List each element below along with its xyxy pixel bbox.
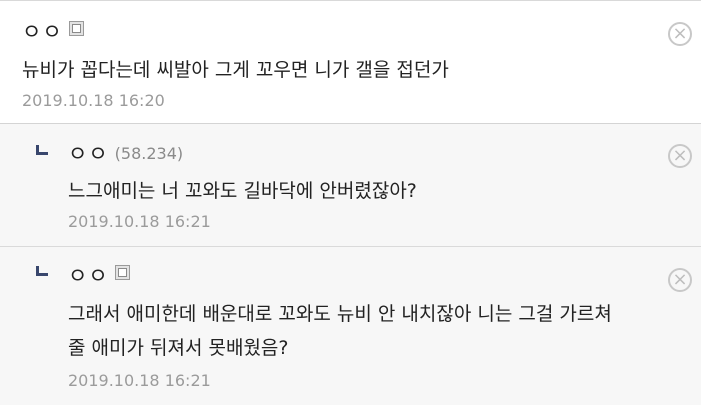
comment-timestamp: 2019.10.18 16:21: [68, 371, 211, 390]
comment-author[interactable]: ㅇㅇ: [68, 265, 130, 287]
comment-text-line: 느그애미는 너 꼬와도 길바닥에 안버렸잖아?: [68, 180, 417, 202]
close-circle-icon: ×: [672, 269, 688, 290]
reply-arrow-icon: [36, 266, 48, 276]
reply-comment: ㅇㅇ 그래서 애미한데 배운대로 꼬와도 뉴비 안 내치잖아 니는 그걸 가르쳐…: [0, 247, 701, 405]
author-ip: (58.234): [114, 144, 184, 163]
reply-comment: ㅇㅇ (58.234) 느그애미는 너 꼬와도 길바닥에 안버렸잖아? 2019.…: [0, 124, 701, 247]
comment-body: 그래서 애미한데 배운대로 꼬와도 뉴비 안 내치잖아 니는 그걸 가르쳐 줄 …: [68, 297, 612, 365]
fixed-nick-icon: [114, 265, 130, 280]
comment-text-line: 줄 애미가 뒤져서 못배웠음?: [68, 337, 289, 359]
comment-author[interactable]: ㅇㅇ (58.234): [68, 144, 183, 165]
comment-author[interactable]: ㅇㅇ: [22, 21, 84, 43]
delete-button[interactable]: ×: [668, 268, 692, 292]
close-circle-icon: ×: [672, 145, 688, 166]
delete-button[interactable]: ×: [668, 22, 692, 46]
close-circle-icon: ×: [672, 23, 688, 44]
author-nickname[interactable]: ㅇㅇ: [68, 142, 109, 166]
comment-text-line: 뉴비가 꼽다는데 씨발아 그게 꼬우면 니가 갤을 접던가: [22, 59, 449, 81]
comment-body: 느그애미는 너 꼬와도 길바닥에 안버렸잖아?: [68, 174, 417, 208]
reply-arrow-icon: [36, 145, 48, 155]
comment-timestamp: 2019.10.18 16:20: [22, 91, 165, 110]
delete-button[interactable]: ×: [668, 144, 692, 168]
fixed-nick-icon: [68, 21, 84, 36]
author-nickname[interactable]: ㅇㅇ: [22, 20, 63, 44]
comment-body: 뉴비가 꼽다는데 씨발아 그게 꼬우면 니가 갤을 접던가: [22, 53, 449, 87]
comment-timestamp: 2019.10.18 16:21: [68, 212, 211, 231]
comment: ㅇㅇ 뉴비가 꼽다는데 씨발아 그게 꼬우면 니가 갤을 접던가 2019.10…: [0, 0, 701, 124]
author-nickname[interactable]: ㅇㅇ: [68, 264, 109, 288]
comment-text-line: 그래서 애미한데 배운대로 꼬와도 뉴비 안 내치잖아 니는 그걸 가르쳐: [68, 303, 612, 325]
